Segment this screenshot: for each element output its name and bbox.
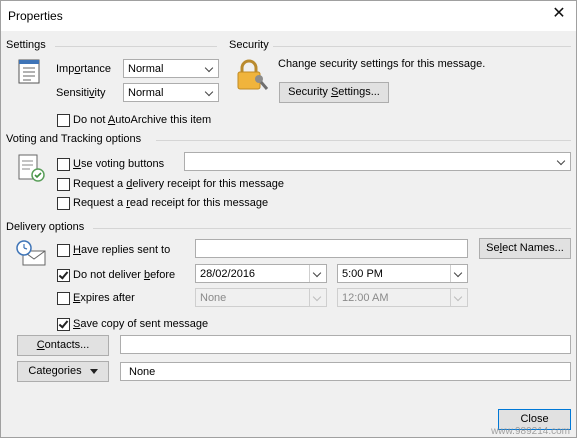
contacts-input[interactable] <box>120 335 571 354</box>
importance-label: Importance <box>56 63 112 75</box>
window-title: Properties <box>8 9 63 23</box>
caret-down-icon <box>89 368 98 374</box>
chevron-down-icon <box>451 265 467 282</box>
use-voting-checkbox[interactable] <box>57 158 70 171</box>
lock-key-icon <box>237 59 269 90</box>
chevron-down-icon <box>202 84 218 101</box>
do-not-deliver-label: Do not deliver before <box>73 269 176 281</box>
chevron-down-icon <box>310 265 326 282</box>
settings-heading: Settings <box>6 39 46 51</box>
chevron-down-icon <box>202 60 218 77</box>
categories-button[interactable]: Categories <box>17 361 109 382</box>
delivery-clock-envelope-icon <box>16 240 46 266</box>
read-receipt-label: Request a read receipt for this message <box>73 197 269 209</box>
select-names-button[interactable]: Select Names... <box>479 238 571 259</box>
delivery-divider <box>93 228 571 229</box>
chevron-down-icon <box>451 289 467 306</box>
contacts-button[interactable]: Contacts... <box>17 335 109 356</box>
delivery-heading: Delivery options <box>6 221 85 233</box>
settings-list-icon <box>18 59 40 84</box>
security-divider <box>273 46 571 47</box>
voting-heading: Voting and Tracking options <box>6 133 142 145</box>
autoarchive-checkbox[interactable] <box>57 114 70 127</box>
deliver-time-select[interactable]: 5:00 PM <box>337 264 468 283</box>
read-receipt-checkbox[interactable] <box>57 197 70 210</box>
security-description: Change security settings for this messag… <box>278 58 486 70</box>
sensitivity-label: Sensitivity <box>56 87 106 99</box>
title-bar: Properties ✕ <box>1 1 576 31</box>
chevron-down-icon <box>310 289 326 306</box>
have-replies-checkbox[interactable] <box>57 244 70 257</box>
categories-field: None <box>120 362 571 381</box>
voting-divider <box>156 140 571 141</box>
watermark-text: www.989214.com <box>491 426 570 437</box>
settings-divider <box>55 46 217 47</box>
use-voting-label: Use voting buttons <box>73 158 165 170</box>
delivery-receipt-label: Request a delivery receipt for this mess… <box>73 178 284 190</box>
save-copy-checkbox[interactable] <box>57 318 70 331</box>
close-icon[interactable]: ✕ <box>551 6 567 22</box>
deliver-date-picker[interactable]: 28/02/2016 <box>195 264 327 283</box>
do-not-deliver-checkbox[interactable] <box>57 269 70 282</box>
have-replies-label: Have replies sent to <box>73 244 171 256</box>
voting-clipboard-icon <box>18 154 45 182</box>
expires-time-select: 12:00 AM <box>337 288 468 307</box>
chevron-down-icon <box>554 153 570 170</box>
properties-dialog: Properties ✕ Settings Importance Normal … <box>0 0 577 438</box>
security-heading: Security <box>229 39 269 51</box>
sensitivity-select[interactable]: Normal <box>123 83 219 102</box>
autoarchive-label: Do not AutoArchive this item <box>73 114 212 126</box>
save-copy-label: Save copy of sent message <box>73 318 209 330</box>
replies-to-input[interactable] <box>195 239 468 258</box>
expires-date-picker: None <box>195 288 327 307</box>
delivery-receipt-checkbox[interactable] <box>57 178 70 191</box>
security-settings-button[interactable]: Security Settings... <box>279 82 389 103</box>
expires-label: Expires after <box>73 292 135 304</box>
voting-buttons-select[interactable] <box>184 152 571 171</box>
expires-checkbox[interactable] <box>57 292 70 305</box>
importance-select[interactable]: Normal <box>123 59 219 78</box>
